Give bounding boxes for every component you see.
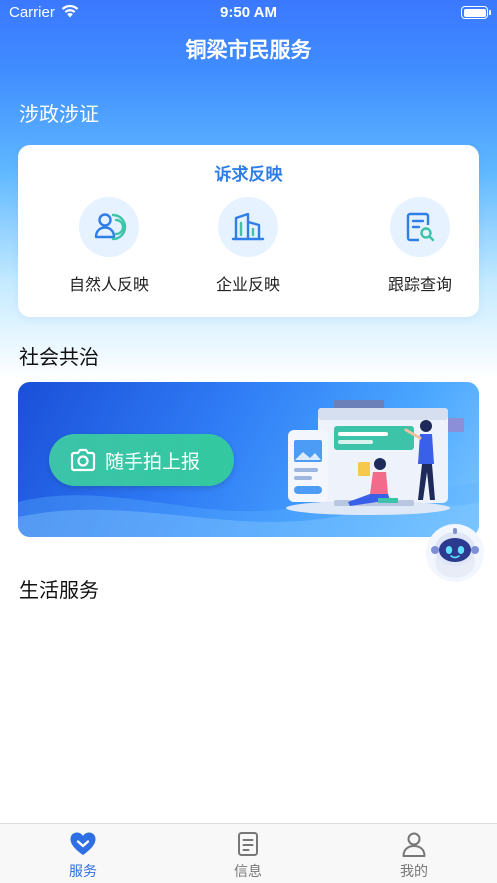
photo-report-label: 随手拍上报 [105, 450, 201, 473]
camera-icon [70, 448, 96, 472]
appeal-card: 诉求反映 自然人反映 企业反映 跟踪查询 [18, 145, 479, 317]
section-title-social: 社会共治 [19, 345, 99, 369]
bottom-tab-bar: 服务 信息 我的 [0, 823, 497, 883]
tab-mine-label: 我的 [400, 864, 428, 880]
person-icon [79, 197, 139, 257]
battery-icon [461, 6, 491, 19]
enterprise-appeal-button[interactable]: 企业反映 [178, 197, 318, 301]
document-icon [238, 832, 258, 856]
enterprise-appeal-label: 企业反映 [215, 275, 280, 294]
tab-service-label: 服务 [69, 864, 97, 880]
tracking-query-button[interactable]: 跟踪查询 [350, 197, 490, 301]
page-title: 铜梁市民服务 [185, 38, 312, 62]
tab-info[interactable]: 信息 [198, 830, 298, 882]
heart-icon [70, 832, 96, 855]
tab-mine[interactable]: 我的 [364, 830, 464, 882]
section-title-life: 生活服务 [19, 578, 99, 602]
tracking-query-label: 跟踪查询 [387, 275, 452, 294]
document-search-icon [390, 197, 450, 257]
section-title-gov: 涉政涉证 [19, 102, 99, 126]
tab-service[interactable]: 服务 [33, 830, 133, 882]
natural-person-appeal-button[interactable]: 自然人反映 [39, 197, 179, 301]
tab-info-label: 信息 [234, 864, 262, 880]
natural-person-appeal-label: 自然人反映 [68, 275, 149, 294]
photo-report-banner[interactable]: 随手拍上报 [18, 382, 479, 537]
status-bar: Carrier 9:50 AM [0, 0, 497, 26]
status-time: 9:50 AM [220, 4, 277, 21]
appeal-card-title: 诉求反映 [214, 165, 283, 185]
photo-report-button[interactable]: 随手拍上报 [49, 434, 234, 486]
user-icon [402, 832, 426, 857]
robot-assistant-icon[interactable] [424, 522, 486, 584]
building-icon [218, 197, 278, 257]
